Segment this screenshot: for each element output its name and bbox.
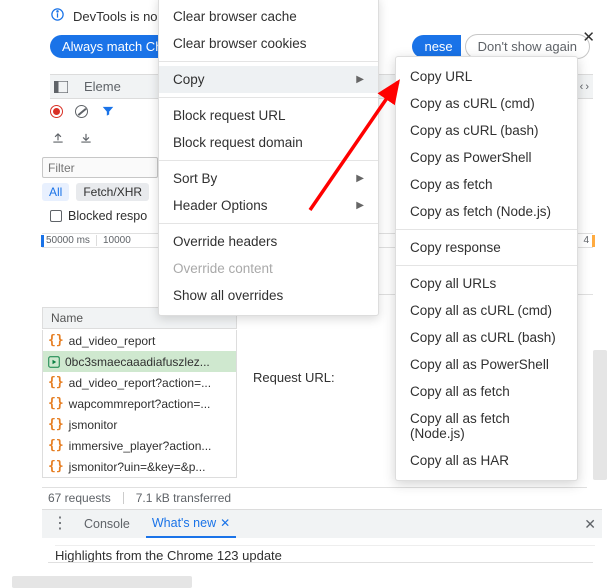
tab-scroll-chevrons[interactable]: ‹› <box>580 81 589 93</box>
request-name: ad_video_report <box>69 334 156 348</box>
request-row[interactable]: {} immersive_player?action... <box>43 435 236 456</box>
request-name: 0bc3smaecaaadiafuszlez... <box>65 355 210 369</box>
filter-icon[interactable] <box>100 103 116 119</box>
mi-copy-all-fetch-node[interactable]: Copy all as fetch (Node.js) <box>396 405 577 447</box>
mi-block-request-url[interactable]: Block request URL <box>159 102 378 129</box>
mi-block-request-domain[interactable]: Block request domain <box>159 129 378 156</box>
request-row[interactable]: {} jsmonitor <box>43 414 236 435</box>
mi-copy-fetch[interactable]: Copy as fetch <box>396 171 577 198</box>
mi-clear-browser-cache[interactable]: Clear browser cache <box>159 3 378 30</box>
close-banner-icon[interactable]: ✕ <box>582 28 595 46</box>
whats-new-headline: Highlights from the Chrome 123 update <box>55 545 595 563</box>
status-bar: 67 requests 7.1 kB transferred <box>42 487 587 507</box>
mi-override-headers[interactable]: Override headers <box>159 228 378 255</box>
banner-text: DevTools is no <box>73 9 158 24</box>
network-toolbar <box>50 103 116 119</box>
json-braces-icon: {} <box>48 333 64 348</box>
request-name: immersive_player?action... <box>69 439 212 453</box>
tab-close-icon[interactable]: ✕ <box>220 516 230 530</box>
mi-copy[interactable]: Copy▶ <box>159 66 378 93</box>
blocked-response-row[interactable]: Blocked respo <box>50 209 147 223</box>
filter-type-row: All Fetch/XHR <box>42 183 149 201</box>
mi-show-all-overrides[interactable]: Show all overrides <box>159 282 378 309</box>
drawer-tabbar: ⋮ Console What's new ✕ ✕ <box>42 509 602 538</box>
mi-copy-fetch-node[interactable]: Copy as fetch (Node.js) <box>396 198 577 225</box>
tab-elements[interactable]: Eleme <box>72 75 133 98</box>
mi-sort-by[interactable]: Sort By▶ <box>159 165 378 192</box>
always-match-chip[interactable]: Always match Ch <box>50 35 174 58</box>
json-braces-icon: {} <box>48 396 64 411</box>
mi-override-content: Override content <box>159 255 378 282</box>
mi-copy-powershell[interactable]: Copy as PowerShell <box>396 144 577 171</box>
request-url-label: Request URL: <box>253 370 335 385</box>
timeline-tick: 50000 ms <box>42 235 97 246</box>
context-menu: Clear browser cache Clear browser cookie… <box>158 0 379 316</box>
request-row[interactable]: {} ad_video_report?action=... <box>43 372 236 393</box>
mi-clear-browser-cookies[interactable]: Clear browser cookies <box>159 30 378 57</box>
mi-copy-curl-bash[interactable]: Copy as cURL (bash) <box>396 117 577 144</box>
export-har-icon[interactable] <box>50 130 66 146</box>
tab-whats-new[interactable]: What's new ✕ <box>146 510 236 538</box>
blocked-response-label: Blocked respo <box>68 209 147 223</box>
record-icon[interactable] <box>50 105 63 118</box>
timeline-tick: 10000 <box>97 235 131 246</box>
info-icon <box>50 7 65 25</box>
whats-new-divider <box>48 562 593 563</box>
json-braces-icon: {} <box>48 459 64 474</box>
mi-copy-url[interactable]: Copy URL <box>396 63 577 90</box>
mi-copy-curl-cmd[interactable]: Copy as cURL (cmd) <box>396 90 577 117</box>
clear-icon[interactable] <box>75 105 88 118</box>
mi-copy-all-urls[interactable]: Copy all URLs <box>396 270 577 297</box>
mi-header-options[interactable]: Header Options▶ <box>159 192 378 219</box>
chevron-right-icon: ▶ <box>356 200 364 211</box>
network-toolbar-2 <box>50 130 94 146</box>
copy-submenu: Copy URL Copy as cURL (cmd) Copy as cURL… <box>395 56 578 481</box>
status-requests: 67 requests <box>48 491 111 505</box>
request-list: {} ad_video_report 0bc3smaecaaadiafuszlez.… <box>42 330 237 478</box>
mi-copy-all-curl-cmd[interactable]: Copy all as cURL (cmd) <box>396 297 577 324</box>
filter-pill-fetch-xhr[interactable]: Fetch/XHR <box>76 183 149 201</box>
chevron-right-icon: ▶ <box>356 74 364 85</box>
tab-console[interactable]: Console <box>78 510 136 538</box>
request-row[interactable]: {} wapcommreport?action=... <box>43 393 236 414</box>
timeline-marker-end <box>592 235 595 247</box>
mi-copy-all-powershell[interactable]: Copy all as PowerShell <box>396 351 577 378</box>
mi-copy-all-har[interactable]: Copy all as HAR <box>396 447 577 474</box>
request-row[interactable]: {} ad_video_report <box>43 330 236 351</box>
status-transfer: 7.1 kB transferred <box>136 491 231 505</box>
mi-copy-all-curl-bash[interactable]: Copy all as cURL (bash) <box>396 324 577 351</box>
mi-copy-response[interactable]: Copy response <box>396 234 577 261</box>
mi-copy-all-fetch[interactable]: Copy all as fetch <box>396 378 577 405</box>
lang-chip-text: nese <box>412 35 460 58</box>
json-braces-icon: {} <box>48 375 64 390</box>
json-braces-icon: {} <box>48 417 64 432</box>
request-name: wapcommreport?action=... <box>69 397 211 411</box>
request-scrollbar[interactable] <box>593 350 607 480</box>
horizontal-scrollbar[interactable] <box>12 576 192 588</box>
play-document-icon <box>48 356 60 368</box>
dock-layout-icon[interactable] <box>50 81 72 93</box>
import-har-icon[interactable] <box>78 130 94 146</box>
request-row[interactable]: {} jsmonitor?uin=&key=&p... <box>43 456 236 477</box>
json-braces-icon: {} <box>48 438 64 453</box>
request-name: jsmonitor?uin=&key=&p... <box>69 460 206 474</box>
drawer-close-icon[interactable]: ✕ <box>584 516 596 533</box>
chevron-right-icon: ▶ <box>356 173 364 184</box>
request-name: ad_video_report?action=... <box>69 376 211 390</box>
tab-whats-new-label: What's new <box>152 516 216 530</box>
request-name: jsmonitor <box>69 418 118 432</box>
filter-input[interactable] <box>42 157 158 178</box>
blocked-response-checkbox[interactable] <box>50 210 62 222</box>
filter-pill-all[interactable]: All <box>42 183 69 201</box>
timeline-marker-start <box>41 235 44 247</box>
request-row[interactable]: 0bc3smaecaaadiafuszlez... <box>43 351 236 372</box>
